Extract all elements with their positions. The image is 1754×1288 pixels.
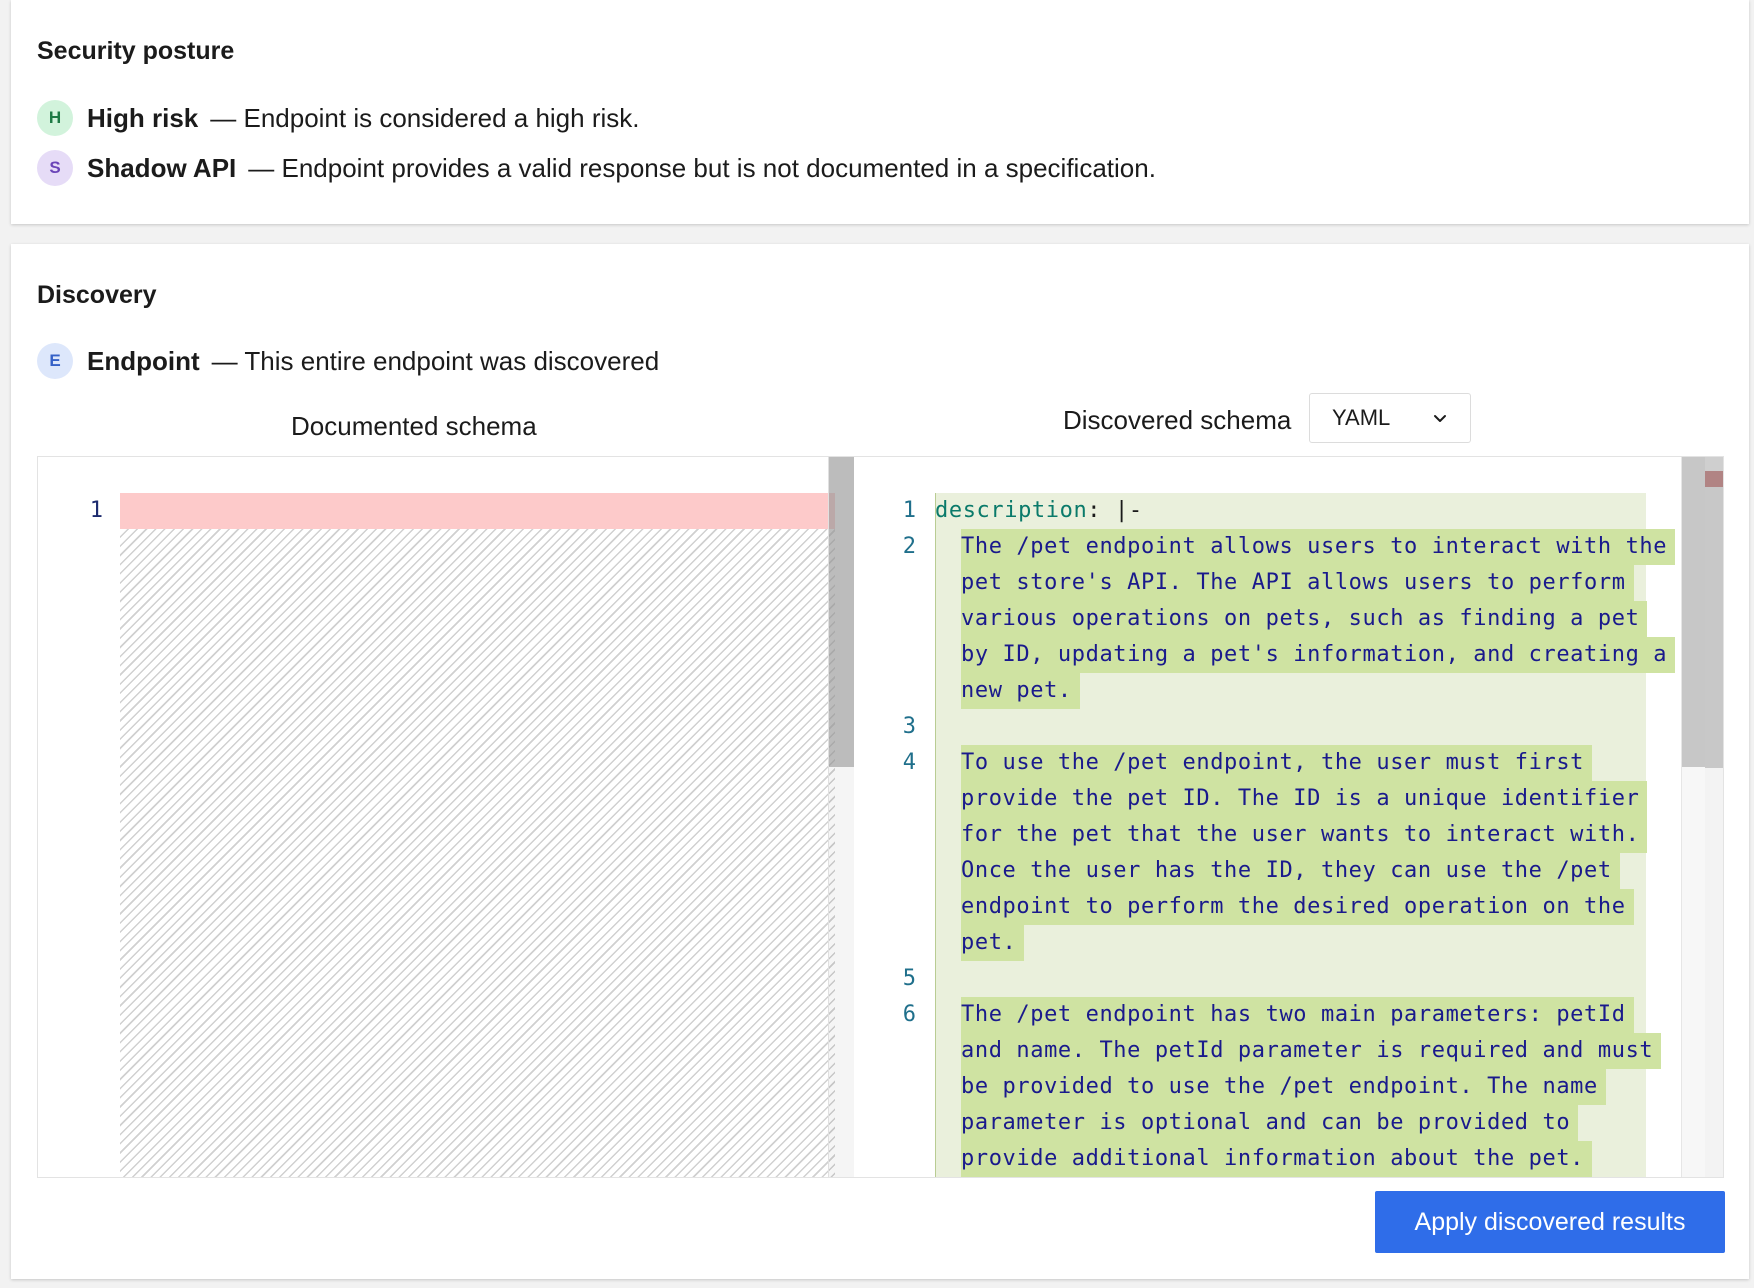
posture-item-description: — Endpoint provides a valid response but… xyxy=(248,152,1156,183)
code-text: provide additional information about the… xyxy=(935,1141,1593,1177)
line-number: 5 xyxy=(902,966,916,991)
code-text: for the pet that the user wants to inter… xyxy=(935,817,1648,853)
discovery-item-endpoint: E Endpoint — This entire endpoint was di… xyxy=(37,342,659,380)
overview-viewport[interactable] xyxy=(1705,471,1723,768)
code-text: Once the user has the ID, they can use t… xyxy=(935,853,1620,889)
added-text-highlight: parameter is optional and can be provide… xyxy=(961,1105,1579,1141)
left-scrollbar[interactable] xyxy=(828,457,854,1177)
line-number: 3 xyxy=(902,714,916,739)
security-posture-title: Security posture xyxy=(37,37,235,65)
security-posture-card: Security posture H High risk — Endpoint … xyxy=(11,0,1749,224)
posture-item-description: — Endpoint is considered a high risk. xyxy=(210,102,640,133)
added-text-highlight: for the pet that the user wants to inter… xyxy=(961,817,1648,853)
posture-item-name: High risk xyxy=(87,102,199,133)
added-text-highlight: be provided to use the /pet endpoint. Th… xyxy=(961,1069,1606,1105)
added-text-highlight: provide additional information about the… xyxy=(961,1141,1593,1177)
added-text-highlight: various operations on pets, such as find… xyxy=(961,601,1648,637)
added-text-highlight: by ID, updating a pet's information, and… xyxy=(961,637,1676,673)
documented-schema-pane[interactable]: 1 xyxy=(38,457,854,1177)
discovered-schema-pane[interactable]: 1 description: |- 2 The /pet endpoint allow… xyxy=(853,457,1723,1177)
discovered-schema-heading: Discovered schema xyxy=(1063,405,1292,435)
discovery-card: Discovery E Endpoint — This entire endpo… xyxy=(11,244,1749,1279)
added-text-highlight: The /pet endpoint has two main parameter… xyxy=(961,997,1634,1033)
diff-overview-ruler[interactable] xyxy=(1705,457,1723,1177)
code-text: various operations on pets, such as find… xyxy=(935,601,1648,637)
discovery-item-name: Endpoint xyxy=(87,345,200,376)
added-text-highlight: endpoint to perform the desired operatio… xyxy=(961,889,1634,925)
high-risk-badge: H xyxy=(37,100,73,136)
added-text-highlight: The /pet endpoint allows users to intera… xyxy=(961,529,1676,565)
line-number: 4 xyxy=(902,750,916,775)
schema-format-select[interactable]: YAML xyxy=(1309,393,1471,443)
posture-item-shadow-api: S Shadow API — Endpoint provides a valid… xyxy=(37,149,1156,187)
schema-diff-editor[interactable]: 1 1 description: |- 2 The /pet endpoint all… xyxy=(37,456,1724,1178)
endpoint-badge: E xyxy=(37,343,73,379)
posture-item-name: Shadow API xyxy=(87,152,237,183)
code-text: be provided to use the /pet endpoint. Th… xyxy=(935,1069,1606,1105)
code-text: The /pet endpoint allows users to intera… xyxy=(935,529,1676,565)
yaml-key: description xyxy=(935,498,1088,523)
code-text: provide the pet ID. The ID is a unique i… xyxy=(935,781,1648,817)
discovery-title: Discovery xyxy=(37,281,157,309)
added-text-highlight: pet store's API. The API allows users to… xyxy=(961,565,1634,601)
code-text: pet. xyxy=(935,925,1025,961)
added-text-highlight: and name. The petId parameter is require… xyxy=(961,1033,1662,1069)
code-text: pet store's API. The API allows users to… xyxy=(935,565,1634,601)
code-text: by ID, updating a pet's information, and… xyxy=(935,637,1676,673)
apply-discovered-results-button[interactable]: Apply discovered results xyxy=(1375,1191,1725,1253)
code-text: and name. The petId parameter is require… xyxy=(935,1033,1662,1069)
overview-header xyxy=(1705,457,1723,471)
code-text: new pet. xyxy=(935,673,1080,709)
line-number: 6 xyxy=(902,1002,916,1027)
schema-format-value: YAML xyxy=(1332,405,1391,430)
code-text: The /pet endpoint has two main parameter… xyxy=(935,997,1634,1033)
right-scrollbar-thumb[interactable] xyxy=(1682,457,1706,767)
documented-schema-heading: Documented schema xyxy=(291,411,537,441)
added-text-highlight: pet. xyxy=(961,925,1025,961)
yaml-block-indicator: : |- xyxy=(1087,498,1143,523)
code-text: To use the /pet endpoint, the user must … xyxy=(935,745,1593,781)
left-scrollbar-thumb[interactable] xyxy=(829,457,854,767)
empty-diff-area xyxy=(120,529,835,1177)
right-scrollbar[interactable] xyxy=(1681,457,1706,1177)
posture-item-high-risk: H High risk — Endpoint is considered a h… xyxy=(37,99,639,137)
added-text-highlight: new pet. xyxy=(961,673,1080,709)
shadow-api-badge: S xyxy=(37,150,73,186)
added-text-highlight: provide the pet ID. The ID is a unique i… xyxy=(961,781,1648,817)
code-text: description: |- xyxy=(935,493,1143,529)
line-number: 1 xyxy=(902,498,916,523)
code-text: parameter is optional and can be provide… xyxy=(935,1105,1579,1141)
line-number: 2 xyxy=(902,534,916,559)
removed-line xyxy=(120,493,835,529)
chevron-down-icon xyxy=(1434,415,1446,422)
added-text-highlight: To use the /pet endpoint, the user must … xyxy=(961,745,1593,781)
discovery-item-description: — This entire endpoint was discovered xyxy=(211,345,660,376)
added-text-highlight: Once the user has the ID, they can use t… xyxy=(961,853,1620,889)
line-number: 1 xyxy=(89,498,103,523)
code-text: endpoint to perform the desired operatio… xyxy=(935,889,1634,925)
